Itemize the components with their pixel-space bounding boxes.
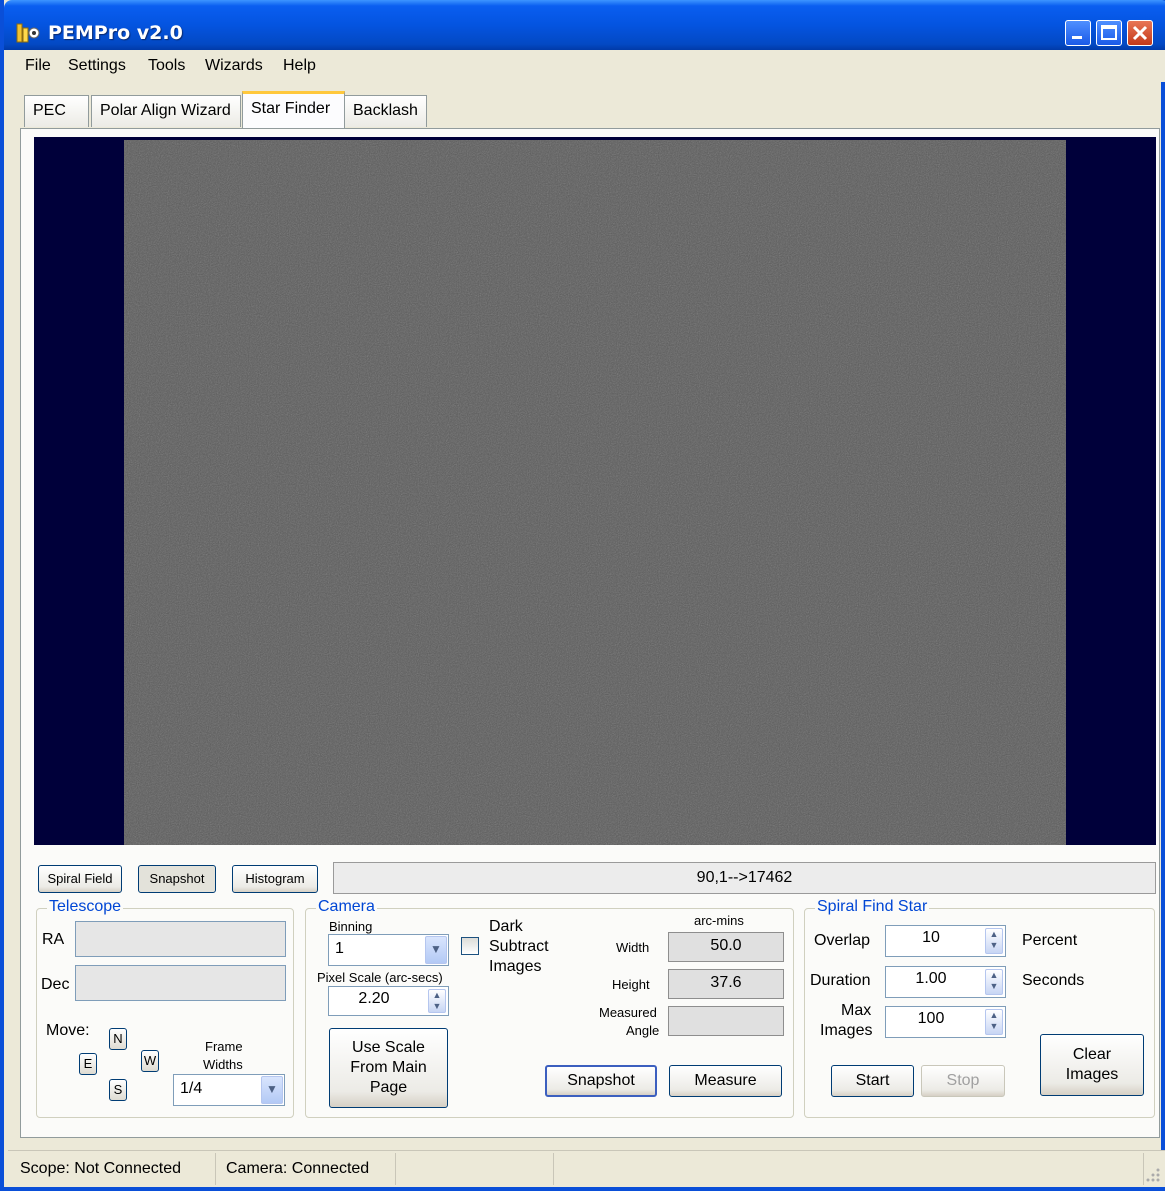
snapshot-view-button[interactable]: Snapshot [138,865,216,893]
width-label: Width [616,940,650,955]
status-bar: Scope: Not Connected Camera: Connected [8,1150,1165,1187]
pixel-scale-value: 2.20 [358,990,390,1007]
spin-arrows-icon[interactable]: ▲ ▼ [985,1009,1003,1035]
arc-mins-label: arc-mins [694,913,744,928]
use-scale-label-line1: Use Scale [352,1039,425,1056]
use-scale-label-line3: Page [369,1079,408,1096]
tab-polar-align-wizard[interactable]: Polar Align Wizard [91,95,241,127]
menu-settings[interactable]: Settings [68,57,126,75]
frame-widths-value: 1/4 [180,1080,203,1097]
overlap-unit-label: Percent [1022,932,1078,949]
maximize-icon [1101,25,1117,40]
height-value-field: 37.6 [668,969,784,999]
measure-button[interactable]: Measure [669,1065,782,1097]
dark-subtract-label-line2: Subtract [489,938,549,955]
max-images-value: 100 [917,1010,945,1027]
histogram-button[interactable]: Histogram [232,865,318,893]
status-panel-empty-2 [554,1153,1144,1185]
frame-widths-label-line2: Widths [203,1057,243,1072]
window-title: PEMPro v2.0 [48,22,183,44]
binning-label: Binning [329,919,373,934]
move-north-button[interactable]: N [109,1028,127,1050]
duration-label: Duration [810,972,871,989]
dark-subtract-checkbox[interactable] [461,937,479,955]
move-south-button[interactable]: S [109,1079,127,1101]
move-west-button[interactable]: W [141,1050,159,1072]
title-bar[interactable]: PEMPro v2.0 [4,0,1165,50]
tab-pec[interactable]: PEC [24,95,89,127]
status-panel-empty-1 [396,1153,554,1185]
dec-label: Dec [41,976,70,993]
resize-grip-icon[interactable] [1143,1165,1161,1183]
chevron-down-icon[interactable]: ▼ [261,1076,283,1104]
stop-button[interactable]: Stop [921,1065,1005,1097]
clear-images-label-line2: Images [1065,1066,1119,1083]
ra-field [75,921,286,957]
clear-images-button[interactable]: Clear Images [1040,1034,1144,1096]
overlap-label: Overlap [814,932,871,949]
use-scale-label-line2: From Main [350,1059,427,1076]
menu-wizards[interactable]: Wizards [205,57,263,75]
pixel-scale-label: Pixel Scale (arc-secs) [317,970,443,985]
max-images-label-line1: Max [841,1002,872,1019]
dark-subtract-label-line3: Images [489,958,542,975]
close-icon [1132,25,1148,41]
camera-image-viewer[interactable] [34,137,1156,845]
tab-star-finder[interactable]: Star Finder [242,91,345,128]
camera-status: Camera: Connected [216,1153,396,1185]
spiral-field-button[interactable]: Spiral Field [38,865,122,893]
pixel-readout: 90,1-->17462 [333,862,1156,894]
pixel-scale-stepper[interactable]: 2.20 ▲ ▼ [328,986,449,1016]
frame-widths-label-line1: Frame [205,1039,243,1054]
move-east-button[interactable]: E [79,1053,97,1075]
spiral-group-title: Spiral Find Star [815,898,930,916]
telescope-group-title: Telescope [47,898,124,916]
minimize-button[interactable] [1065,20,1091,46]
app-window: PEMPro v2.0 File Settings Tools Wizards … [0,0,1165,1191]
snapshot-button[interactable]: Snapshot [545,1065,657,1097]
clear-images-label-line1: Clear [1072,1046,1112,1063]
menu-file[interactable]: File [25,57,51,75]
measured-angle-label-line1: Measured [599,1005,657,1020]
width-value-field: 50.0 [668,932,784,962]
binning-select[interactable]: 1 ▼ [328,934,449,966]
duration-unit-label: Seconds [1022,972,1085,989]
move-label: Move: [46,1022,90,1039]
spin-arrows-icon[interactable]: ▲ ▼ [985,969,1003,995]
duration-value: 1.00 [915,970,947,987]
measured-angle-label-line2: Angle [626,1023,660,1038]
dark-subtract-label-line1: Dark [489,918,523,935]
noise-texture [124,140,1066,845]
frame-widths-select[interactable]: 1/4 ▼ [173,1074,285,1106]
tab-backlash[interactable]: Backlash [344,95,427,127]
spin-arrows-icon[interactable]: ▲ ▼ [428,989,446,1013]
scope-status: Scope: Not Connected [10,1153,216,1185]
spin-arrows-icon[interactable]: ▲ ▼ [985,928,1003,954]
start-button[interactable]: Start [831,1065,914,1097]
chevron-down-icon[interactable]: ▼ [425,936,447,964]
overlap-stepper[interactable]: 10 ▲ ▼ [885,925,1006,957]
overlap-value: 10 [922,929,940,946]
measured-angle-field [668,1006,784,1036]
menu-tools[interactable]: Tools [148,57,185,75]
max-images-label-line2: Images [820,1022,873,1039]
camera-image [124,140,1066,845]
app-icon [16,23,40,43]
binning-value: 1 [335,940,344,957]
use-scale-from-main-page-button[interactable]: Use Scale From Main Page [329,1028,448,1108]
maximize-button[interactable] [1096,20,1122,46]
dec-field [75,965,286,1001]
menu-bar: File Settings Tools Wizards Help [8,50,1165,82]
height-label: Height [612,977,650,992]
camera-group-title: Camera [316,898,377,916]
minimize-icon [1072,36,1082,39]
max-images-stepper[interactable]: 100 ▲ ▼ [885,1006,1006,1038]
duration-stepper[interactable]: 1.00 ▲ ▼ [885,966,1006,998]
ra-label: RA [42,931,65,948]
menu-help[interactable]: Help [283,57,316,75]
close-button[interactable] [1127,20,1153,46]
